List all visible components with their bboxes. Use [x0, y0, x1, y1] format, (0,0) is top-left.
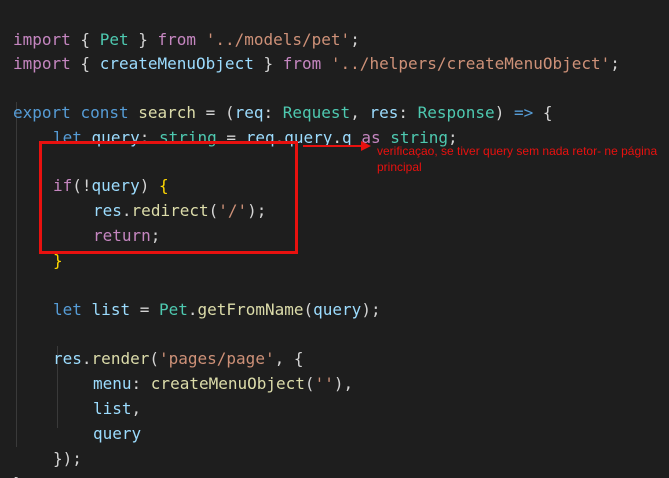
- code-line-19: }: [13, 448, 32, 478]
- code-line-15: menu: createMenuObject(''),: [93, 348, 353, 393]
- code-line-1: import { Pet } from '../models/pet';: [13, 4, 360, 49]
- paren-open: (: [304, 374, 315, 393]
- pet-ref: Pet: [158, 300, 188, 319]
- code-line-18: });: [53, 423, 82, 468]
- getfromname-method: getFromName: [197, 300, 304, 319]
- createmenuobject-call: createMenuObject: [150, 374, 305, 393]
- import-path: '../helpers/createMenuObject': [330, 54, 611, 73]
- arrow-operator: =>: [513, 103, 534, 122]
- highlight-box: [39, 141, 298, 254]
- brace-close: }: [253, 54, 283, 73]
- var-query: query: [313, 300, 362, 319]
- code-line-5: let query: string = req.query.q as strin…: [53, 102, 458, 147]
- code-line-4: export const search = (req: Request, res…: [13, 77, 552, 122]
- paren-open: (: [303, 300, 314, 319]
- code-line-14: res.render('pages/page', {: [53, 323, 303, 368]
- dot: .: [187, 300, 198, 319]
- code-editor[interactable]: import { Pet } from '../models/pet'; imp…: [0, 0, 669, 478]
- semicolon: ;: [610, 54, 620, 73]
- annotation-arrow-line: [303, 145, 363, 147]
- code-line-16: list,: [93, 373, 141, 418]
- code-line-12: let list = Pet.getFromName(query);: [53, 274, 381, 319]
- brace-open: {: [70, 54, 100, 73]
- code-line-17: query: [93, 398, 141, 443]
- code-line-2: import { createMenuObject } from '../hel…: [13, 28, 620, 73]
- empty-string-arg: '': [314, 374, 334, 393]
- var-list: list: [91, 300, 131, 319]
- imported-createmenuobject: createMenuObject: [99, 54, 254, 73]
- arrow-right-icon: [361, 141, 371, 151]
- res-ref: res: [53, 349, 82, 368]
- function-close: }: [13, 474, 23, 478]
- annotation-text: verificaçao, se tiver query sem nada ret…: [377, 144, 658, 174]
- from-keyword: from: [282, 54, 322, 73]
- dot: .: [81, 349, 92, 368]
- brace-open: {: [533, 103, 553, 122]
- paren-close: ): [494, 103, 514, 122]
- assign: =: [130, 300, 159, 319]
- import-keyword: import: [13, 54, 71, 73]
- render-close: });: [53, 449, 82, 468]
- paren-close: );: [361, 300, 381, 319]
- indent-guide-outer: [16, 102, 17, 447]
- query-key: query: [93, 424, 142, 443]
- paren-close: ),: [333, 374, 354, 393]
- let-keyword: let: [53, 300, 82, 319]
